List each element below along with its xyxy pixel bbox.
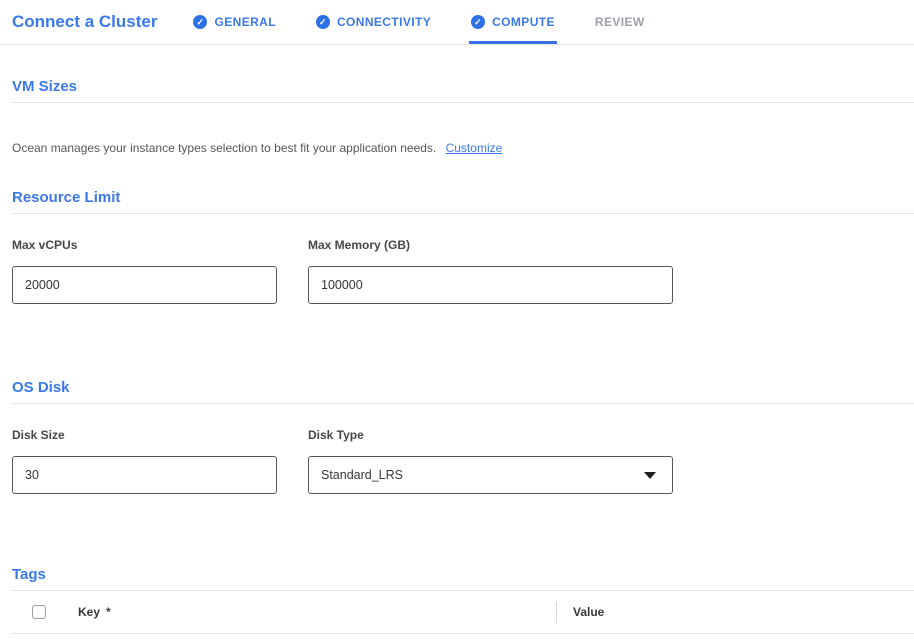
key-column-label: Key	[78, 605, 100, 619]
tags-heading: Tags	[12, 567, 914, 591]
check-circle-icon	[193, 15, 207, 29]
os-disk-fields: Standard_LRS	[12, 456, 914, 494]
tab-general[interactable]: GENERAL	[193, 0, 275, 44]
value-column-header: Value	[573, 605, 604, 619]
resource-limit-heading: Resource Limit	[12, 190, 914, 214]
connect-cluster-page: Connect a Cluster GENERAL CONNECTIVITY C…	[0, 0, 914, 639]
check-circle-icon	[316, 15, 330, 29]
disk-type-label: Disk Type	[308, 428, 673, 442]
os-disk-heading: OS Disk	[12, 380, 914, 404]
max-memory-label: Max Memory (GB)	[308, 238, 673, 252]
disk-type-dropdown[interactable]: Standard_LRS	[308, 456, 673, 494]
chevron-down-icon	[644, 472, 656, 479]
vm-sizes-heading: VM Sizes	[12, 79, 914, 103]
check-circle-icon	[471, 15, 485, 29]
resource-limit-labels: Max vCPUs Max Memory (GB)	[12, 238, 914, 252]
select-all-checkbox[interactable]	[32, 605, 46, 619]
wizard-tabs: GENERAL CONNECTIVITY COMPUTE REVIEW	[193, 0, 684, 44]
disk-type-selected-value: Standard_LRS	[321, 468, 403, 482]
tab-label: CONNECTIVITY	[337, 15, 431, 29]
tags-table-header: Key * Value	[12, 591, 914, 634]
required-asterisk: *	[106, 605, 111, 619]
vm-sizes-description: Ocean manages your instance types select…	[12, 141, 914, 155]
max-vcpus-label: Max vCPUs	[12, 238, 277, 252]
tab-label: GENERAL	[214, 15, 275, 29]
vm-sizes-description-text: Ocean manages your instance types select…	[12, 141, 436, 155]
resource-limit-fields	[12, 266, 914, 304]
tab-label: REVIEW	[595, 15, 645, 29]
column-divider	[556, 602, 557, 623]
disk-size-label: Disk Size	[12, 428, 277, 442]
customize-link[interactable]: Customize	[446, 141, 503, 155]
page-title: Connect a Cluster	[12, 12, 157, 32]
max-memory-input[interactable]	[308, 266, 673, 304]
tab-label: COMPUTE	[492, 15, 555, 29]
disk-size-input[interactable]	[12, 456, 277, 494]
wizard-header: Connect a Cluster GENERAL CONNECTIVITY C…	[0, 0, 914, 45]
tab-compute[interactable]: COMPUTE	[471, 0, 555, 44]
os-disk-labels: Disk Size Disk Type	[12, 428, 914, 442]
max-vcpus-input[interactable]	[12, 266, 277, 304]
key-column-header: Key *	[78, 605, 556, 619]
tab-review[interactable]: REVIEW	[595, 0, 645, 44]
tab-connectivity[interactable]: CONNECTIVITY	[316, 0, 431, 44]
